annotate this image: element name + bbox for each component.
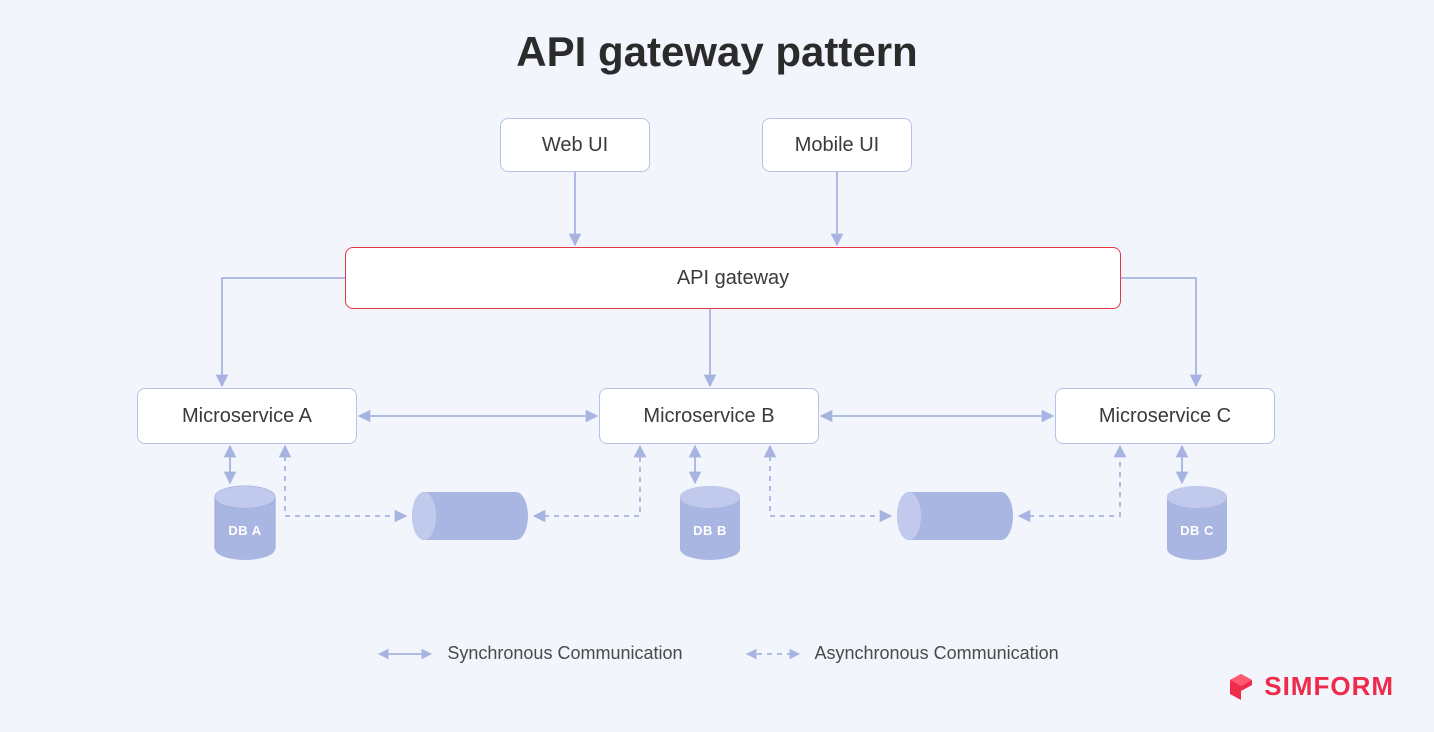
db-a-icon: DB A — [213, 485, 277, 561]
db-label: DB B — [678, 523, 742, 538]
brand-logo: SIMFORM — [1226, 671, 1394, 702]
node-microservice-a: Microservice A — [137, 388, 357, 444]
node-label: Web UI — [542, 134, 608, 157]
node-label: Microservice A — [182, 405, 312, 428]
legend: Synchronous Communication Asynchronous C… — [0, 643, 1434, 664]
queue-ab-icon — [410, 490, 530, 542]
brand-name: SIMFORM — [1264, 671, 1394, 702]
node-web-ui: Web UI — [500, 118, 650, 172]
node-api-gateway: API gateway — [345, 247, 1121, 309]
node-label: Mobile UI — [795, 134, 879, 157]
legend-label: Asynchronous Communication — [815, 643, 1059, 664]
db-label: DB C — [1165, 523, 1229, 538]
node-mobile-ui: Mobile UI — [762, 118, 912, 172]
legend-async: Asynchronous Communication — [743, 643, 1059, 664]
node-label: Microservice B — [643, 405, 774, 428]
db-label: DB A — [213, 523, 277, 538]
db-b-icon: DB B — [678, 485, 742, 561]
logo-icon — [1226, 672, 1256, 702]
db-c-icon: DB C — [1165, 485, 1229, 561]
node-label: API gateway — [677, 267, 789, 290]
arrows-layer — [0, 0, 1434, 732]
legend-sync: Synchronous Communication — [375, 643, 682, 664]
node-microservice-b: Microservice B — [599, 388, 819, 444]
node-label: Microservice C — [1099, 405, 1231, 428]
diagram-title: API gateway pattern — [0, 28, 1434, 76]
node-microservice-c: Microservice C — [1055, 388, 1275, 444]
legend-label: Synchronous Communication — [447, 643, 682, 664]
queue-bc-icon — [895, 490, 1015, 542]
